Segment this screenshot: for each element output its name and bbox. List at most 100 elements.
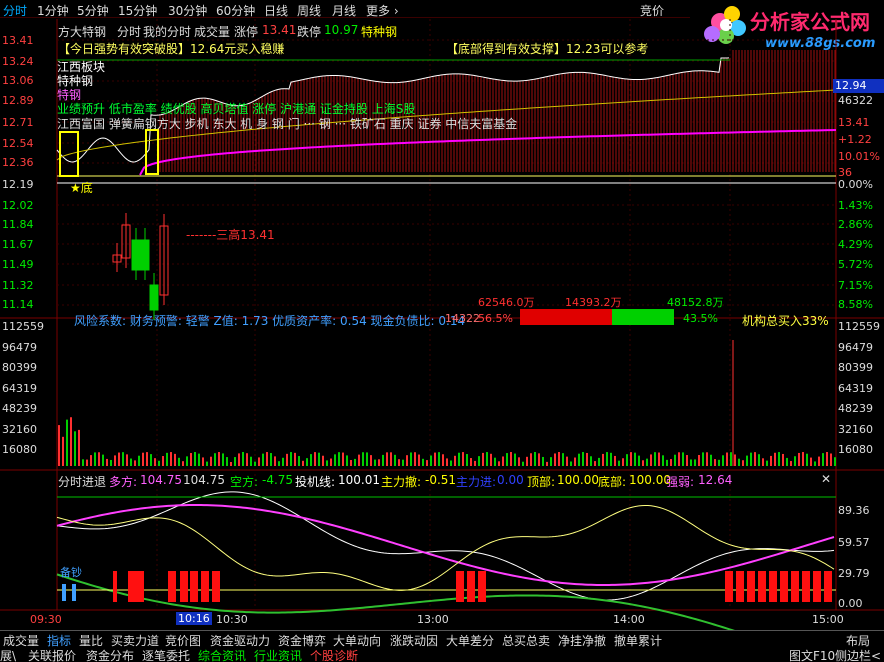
price-tick: 13.06 <box>2 74 34 87</box>
price-tick: 13.41 <box>2 34 34 47</box>
red-pct: 56.5% <box>478 312 513 325</box>
volume-tick-right: 112559 <box>838 320 880 333</box>
price-tick: 12.19 <box>2 178 34 191</box>
volume-tick-right: 96479 <box>838 341 873 354</box>
bei-signal <box>72 584 76 601</box>
duo-value-2: 104.75 <box>183 473 225 487</box>
zhu-che-value: -0.51 <box>425 473 457 487</box>
volume-tick: 64319 <box>2 382 37 395</box>
price-tick: 11.32 <box>2 279 34 292</box>
status-diagnosis[interactable]: 个股诊断 <box>310 647 358 662</box>
duo-label: 多方: <box>109 475 138 489</box>
di-label: 底部: <box>598 475 627 489</box>
signal-block <box>478 571 486 602</box>
status-item[interactable]: 展\ <box>0 647 16 662</box>
signal-block <box>824 571 832 602</box>
status-sidebar[interactable]: 侧边栏< <box>835 647 881 662</box>
di-value: 100.00 <box>629 473 671 487</box>
right-tick: 7.15% <box>838 279 873 292</box>
price-tick: 12.71 <box>2 116 34 129</box>
close-icon[interactable]: ✕ <box>821 472 831 486</box>
right-tick: +1.22 <box>838 133 872 146</box>
zhu-jin-label: 主力进: <box>456 475 497 489</box>
indicator-tick: 59.57 <box>838 536 870 549</box>
bottom-bracket <box>145 129 159 175</box>
right-tick: 4.29% <box>838 238 873 251</box>
time-tick: 13:00 <box>417 613 449 626</box>
flow-red-value: 62546.0万 <box>478 296 535 309</box>
volume-tick: 16080 <box>2 443 37 456</box>
time-tick: 15:00 <box>812 613 844 626</box>
price-tick: 12.02 <box>2 199 34 212</box>
candle-body <box>140 239 150 271</box>
duo-value: 104.75 <box>140 473 182 487</box>
high-note: -------三高13.41 <box>186 228 275 242</box>
price-tick: 11.14 <box>2 298 34 311</box>
status-news[interactable]: 综合资讯 <box>198 647 246 662</box>
support-banner: 【底部得到有效支撑】12.23可以参考 <box>446 42 649 56</box>
signal-block <box>769 571 777 602</box>
stock-chart-window: { "periods": ["分时","1分钟","5分钟","15分钟","3… <box>0 0 884 662</box>
right-tick: 1.43% <box>838 199 873 212</box>
right-tick-volume: 46322 <box>838 94 873 107</box>
risk-stats: 风险系数: 财务预警: 轻警 Z值: 1.73 优质资产率: 0.54 现金负债… <box>74 314 466 328</box>
price-tick: 12.36 <box>2 156 34 169</box>
zhu-jin-value: 0.00 <box>497 473 524 487</box>
candle-body <box>131 239 141 271</box>
concept-tags: 江西富国 弹簧扁钢方大 步机 东大 机 身 钢 门 ··· 钢 ··· 铁矿石 … <box>57 117 518 131</box>
right-tick: 5.72% <box>838 258 873 271</box>
qiang-label: 强弱: <box>666 475 695 489</box>
status-industry-news[interactable]: 行业资讯 <box>254 647 302 662</box>
signal-block <box>725 571 733 602</box>
indicator-tab-bar: 成交量 指标 量比 买卖力道 竞价图 资金驱动力 资金博弈 大单动向 涨跌动因 … <box>0 630 884 648</box>
breakout-banner: 【今日强势有效突破股】12.64元买入稳赚 <box>58 42 285 56</box>
volume-tick-right: 48239 <box>838 402 873 415</box>
buy-flow-bar <box>612 309 674 325</box>
signal-block <box>113 571 117 602</box>
right-tick: 8.58% <box>838 298 873 311</box>
kong-value: -4.75 <box>262 473 294 487</box>
right-tick: 10.01% <box>838 150 880 163</box>
bottom-marker: ★底 <box>70 181 93 195</box>
signal-block <box>736 571 744 602</box>
signal-block <box>791 571 799 602</box>
signal-block <box>813 571 821 602</box>
status-bar: 展\ 关联报价 资金分布 逐笔委托 综合资讯 行业资讯 个股诊断 图文F10 侧… <box>0 647 884 662</box>
signal-block <box>201 571 209 602</box>
signal-block <box>168 571 176 602</box>
price-tick: 13.24 <box>2 55 34 68</box>
signal-block <box>212 571 220 602</box>
signal-block <box>780 571 788 602</box>
sell-flow-bar <box>520 309 612 325</box>
price-tick: 12.54 <box>2 137 34 150</box>
status-f10[interactable]: 图文F10 <box>789 647 835 662</box>
candle-body <box>149 284 159 311</box>
status-tick-order[interactable]: 逐笔委托 <box>142 647 190 662</box>
qiang-value: 12.64 <box>698 473 733 487</box>
status-fund-dist[interactable]: 资金分布 <box>86 647 134 662</box>
flow-green-value: 48152.8万 <box>667 296 724 309</box>
time-cursor: 10:16 <box>176 612 212 625</box>
signal-block <box>190 571 198 602</box>
green-pct: 43.5% <box>683 312 718 325</box>
status-quote[interactable]: 关联报价 <box>28 647 76 662</box>
price-tick: 11.49 <box>2 258 34 271</box>
volume-tick-right: 32160 <box>838 423 873 436</box>
bei-label: 备钞 <box>60 566 82 579</box>
indicator-name[interactable]: 分时进退 <box>58 473 106 490</box>
time-tick: 14:00 <box>613 613 645 626</box>
volume-tick-right: 16080 <box>838 443 873 456</box>
indicator-tick: 0.00 <box>838 597 863 610</box>
time-tick: 09:30 <box>30 613 62 626</box>
signal-block <box>802 571 810 602</box>
flow-mid-value: 14393.2万 <box>565 296 622 309</box>
price-tick: 12.89 <box>2 94 34 107</box>
signal-block <box>128 571 144 602</box>
extra-num: 14322 <box>445 312 480 325</box>
kong-label: 空方: <box>230 475 259 489</box>
price-tick: 11.84 <box>2 218 34 231</box>
volume-tick-right: 80399 <box>838 361 873 374</box>
indicator-tick: 89.36 <box>838 504 870 517</box>
price-tick: 11.67 <box>2 238 34 251</box>
right-tick: 0.00% <box>838 178 873 191</box>
